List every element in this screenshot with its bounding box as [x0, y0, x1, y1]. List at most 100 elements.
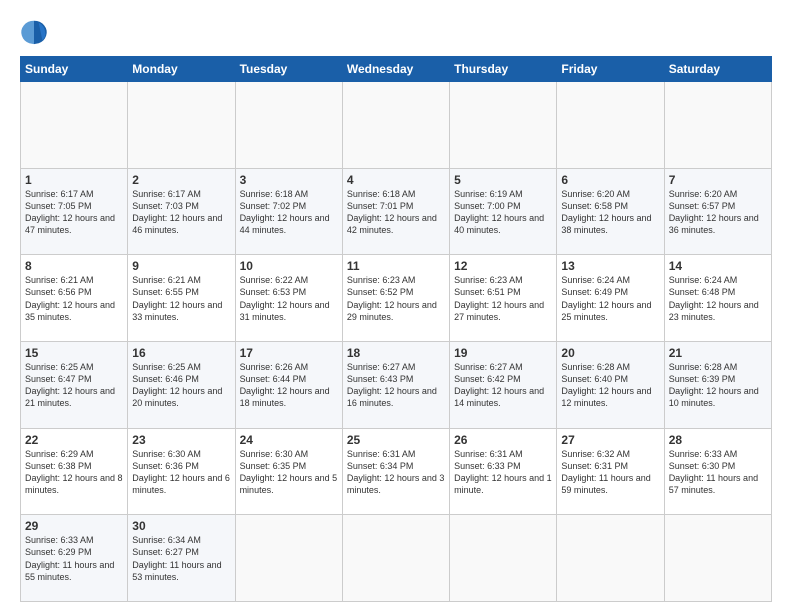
- day-number: 3: [240, 173, 338, 187]
- day-number: 2: [132, 173, 230, 187]
- day-number: 16: [132, 346, 230, 360]
- day-number: 7: [669, 173, 767, 187]
- cell-info: Sunrise: 6:23 AM Sunset: 6:51 PM Dayligh…: [454, 274, 552, 323]
- day-number: 28: [669, 433, 767, 447]
- cell-info: Sunrise: 6:27 AM Sunset: 6:43 PM Dayligh…: [347, 361, 445, 410]
- calendar-cell: 15Sunrise: 6:25 AM Sunset: 6:47 PM Dayli…: [21, 341, 128, 428]
- cell-info: Sunrise: 6:30 AM Sunset: 6:35 PM Dayligh…: [240, 448, 338, 497]
- cell-info: Sunrise: 6:30 AM Sunset: 6:36 PM Dayligh…: [132, 448, 230, 497]
- cell-info: Sunrise: 6:22 AM Sunset: 6:53 PM Dayligh…: [240, 274, 338, 323]
- cell-info: Sunrise: 6:25 AM Sunset: 6:47 PM Dayligh…: [25, 361, 123, 410]
- day-number: 15: [25, 346, 123, 360]
- calendar-cell: 7Sunrise: 6:20 AM Sunset: 6:57 PM Daylig…: [664, 168, 771, 255]
- col-header-friday: Friday: [557, 57, 664, 82]
- cell-info: Sunrise: 6:27 AM Sunset: 6:42 PM Dayligh…: [454, 361, 552, 410]
- day-number: 10: [240, 259, 338, 273]
- day-number: 18: [347, 346, 445, 360]
- day-number: 6: [561, 173, 659, 187]
- cell-info: Sunrise: 6:20 AM Sunset: 6:58 PM Dayligh…: [561, 188, 659, 237]
- cell-info: Sunrise: 6:33 AM Sunset: 6:29 PM Dayligh…: [25, 534, 123, 583]
- day-number: 23: [132, 433, 230, 447]
- logo-icon: [20, 18, 48, 46]
- calendar-cell: [450, 82, 557, 169]
- cell-info: Sunrise: 6:29 AM Sunset: 6:38 PM Dayligh…: [25, 448, 123, 497]
- calendar-cell: [450, 515, 557, 602]
- calendar-cell: [557, 515, 664, 602]
- day-number: 14: [669, 259, 767, 273]
- calendar-table: SundayMondayTuesdayWednesdayThursdayFrid…: [20, 56, 772, 602]
- day-number: 24: [240, 433, 338, 447]
- col-header-tuesday: Tuesday: [235, 57, 342, 82]
- day-number: 11: [347, 259, 445, 273]
- cell-info: Sunrise: 6:18 AM Sunset: 7:01 PM Dayligh…: [347, 188, 445, 237]
- cell-info: Sunrise: 6:34 AM Sunset: 6:27 PM Dayligh…: [132, 534, 230, 583]
- calendar-cell: 20Sunrise: 6:28 AM Sunset: 6:40 PM Dayli…: [557, 341, 664, 428]
- calendar-cell: [664, 515, 771, 602]
- day-number: 9: [132, 259, 230, 273]
- calendar-cell: 3Sunrise: 6:18 AM Sunset: 7:02 PM Daylig…: [235, 168, 342, 255]
- calendar-cell: 5Sunrise: 6:19 AM Sunset: 7:00 PM Daylig…: [450, 168, 557, 255]
- cell-info: Sunrise: 6:23 AM Sunset: 6:52 PM Dayligh…: [347, 274, 445, 323]
- day-number: 17: [240, 346, 338, 360]
- day-number: 25: [347, 433, 445, 447]
- calendar-cell: 29Sunrise: 6:33 AM Sunset: 6:29 PM Dayli…: [21, 515, 128, 602]
- col-header-monday: Monday: [128, 57, 235, 82]
- day-number: 1: [25, 173, 123, 187]
- header: [20, 18, 772, 46]
- calendar-cell: 1Sunrise: 6:17 AM Sunset: 7:05 PM Daylig…: [21, 168, 128, 255]
- day-number: 22: [25, 433, 123, 447]
- day-number: 8: [25, 259, 123, 273]
- cell-info: Sunrise: 6:31 AM Sunset: 6:33 PM Dayligh…: [454, 448, 552, 497]
- calendar-cell: [21, 82, 128, 169]
- col-header-sunday: Sunday: [21, 57, 128, 82]
- calendar-cell: 16Sunrise: 6:25 AM Sunset: 6:46 PM Dayli…: [128, 341, 235, 428]
- cell-info: Sunrise: 6:24 AM Sunset: 6:49 PM Dayligh…: [561, 274, 659, 323]
- day-number: 26: [454, 433, 552, 447]
- calendar-cell: 23Sunrise: 6:30 AM Sunset: 6:36 PM Dayli…: [128, 428, 235, 515]
- calendar-cell: 11Sunrise: 6:23 AM Sunset: 6:52 PM Dayli…: [342, 255, 449, 342]
- calendar-cell: 12Sunrise: 6:23 AM Sunset: 6:51 PM Dayli…: [450, 255, 557, 342]
- calendar-cell: 4Sunrise: 6:18 AM Sunset: 7:01 PM Daylig…: [342, 168, 449, 255]
- calendar-cell: 26Sunrise: 6:31 AM Sunset: 6:33 PM Dayli…: [450, 428, 557, 515]
- calendar-cell: 28Sunrise: 6:33 AM Sunset: 6:30 PM Dayli…: [664, 428, 771, 515]
- cell-info: Sunrise: 6:26 AM Sunset: 6:44 PM Dayligh…: [240, 361, 338, 410]
- day-number: 21: [669, 346, 767, 360]
- cell-info: Sunrise: 6:21 AM Sunset: 6:55 PM Dayligh…: [132, 274, 230, 323]
- day-number: 12: [454, 259, 552, 273]
- col-header-thursday: Thursday: [450, 57, 557, 82]
- cell-info: Sunrise: 6:21 AM Sunset: 6:56 PM Dayligh…: [25, 274, 123, 323]
- calendar-cell: [235, 82, 342, 169]
- col-header-wednesday: Wednesday: [342, 57, 449, 82]
- col-header-saturday: Saturday: [664, 57, 771, 82]
- calendar-cell: 9Sunrise: 6:21 AM Sunset: 6:55 PM Daylig…: [128, 255, 235, 342]
- cell-info: Sunrise: 6:25 AM Sunset: 6:46 PM Dayligh…: [132, 361, 230, 410]
- calendar-cell: [342, 515, 449, 602]
- cell-info: Sunrise: 6:33 AM Sunset: 6:30 PM Dayligh…: [669, 448, 767, 497]
- cell-info: Sunrise: 6:31 AM Sunset: 6:34 PM Dayligh…: [347, 448, 445, 497]
- day-number: 20: [561, 346, 659, 360]
- day-number: 29: [25, 519, 123, 533]
- calendar-cell: [342, 82, 449, 169]
- cell-info: Sunrise: 6:32 AM Sunset: 6:31 PM Dayligh…: [561, 448, 659, 497]
- cell-info: Sunrise: 6:28 AM Sunset: 6:40 PM Dayligh…: [561, 361, 659, 410]
- calendar-cell: 21Sunrise: 6:28 AM Sunset: 6:39 PM Dayli…: [664, 341, 771, 428]
- calendar-cell: 25Sunrise: 6:31 AM Sunset: 6:34 PM Dayli…: [342, 428, 449, 515]
- calendar-cell: [128, 82, 235, 169]
- cell-info: Sunrise: 6:20 AM Sunset: 6:57 PM Dayligh…: [669, 188, 767, 237]
- calendar-cell: 30Sunrise: 6:34 AM Sunset: 6:27 PM Dayli…: [128, 515, 235, 602]
- cell-info: Sunrise: 6:28 AM Sunset: 6:39 PM Dayligh…: [669, 361, 767, 410]
- calendar-cell: [235, 515, 342, 602]
- calendar-cell: 27Sunrise: 6:32 AM Sunset: 6:31 PM Dayli…: [557, 428, 664, 515]
- day-number: 27: [561, 433, 659, 447]
- calendar-cell: [557, 82, 664, 169]
- day-number: 13: [561, 259, 659, 273]
- calendar-cell: 17Sunrise: 6:26 AM Sunset: 6:44 PM Dayli…: [235, 341, 342, 428]
- calendar-cell: 24Sunrise: 6:30 AM Sunset: 6:35 PM Dayli…: [235, 428, 342, 515]
- day-number: 19: [454, 346, 552, 360]
- calendar-cell: 18Sunrise: 6:27 AM Sunset: 6:43 PM Dayli…: [342, 341, 449, 428]
- day-number: 4: [347, 173, 445, 187]
- page: SundayMondayTuesdayWednesdayThursdayFrid…: [0, 0, 792, 612]
- calendar-cell: 10Sunrise: 6:22 AM Sunset: 6:53 PM Dayli…: [235, 255, 342, 342]
- calendar-cell: 19Sunrise: 6:27 AM Sunset: 6:42 PM Dayli…: [450, 341, 557, 428]
- day-number: 5: [454, 173, 552, 187]
